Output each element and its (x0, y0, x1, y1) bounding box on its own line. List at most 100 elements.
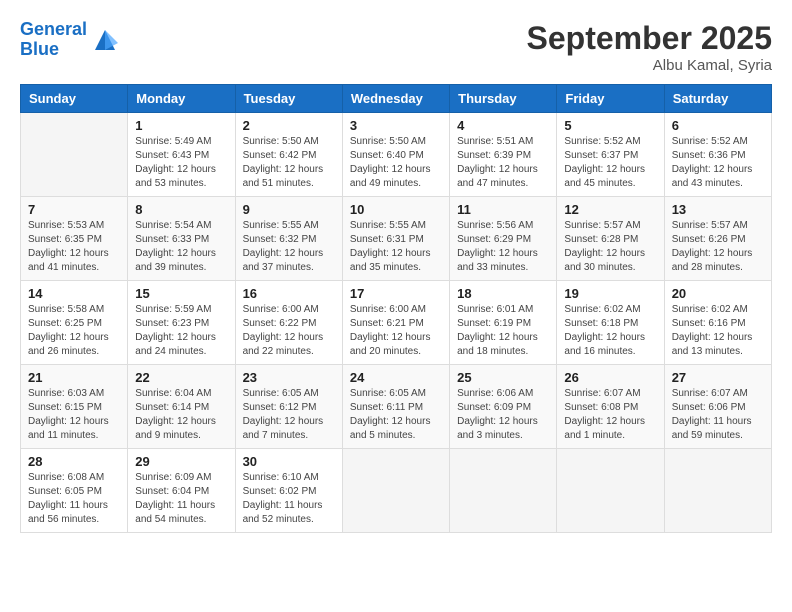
day-number: 15 (135, 286, 227, 301)
calendar-cell: 29 Sunrise: 6:09 AM Sunset: 6:04 PM Dayli… (128, 449, 235, 533)
day-info: Sunrise: 5:50 AM Sunset: 6:42 PM Dayligh… (243, 135, 335, 191)
day-number: 16 (243, 286, 335, 301)
day-info: Sunrise: 6:07 AM Sunset: 6:06 PM Dayligh… (672, 387, 764, 443)
page-header: General Blue September 2025 Albu Kamal, … (20, 20, 772, 74)
day-number: 7 (28, 202, 120, 217)
calendar-cell: 12Sunrise: 5:57 AM Sunset: 6:28 PM Dayli… (557, 197, 664, 281)
day-info: Sunrise: 5:54 AM Sunset: 6:33 PM Dayligh… (135, 219, 227, 275)
calendar-cell: 21Sunrise: 6:03 AM Sunset: 6:15 PM Dayli… (21, 365, 128, 449)
calendar-week-row: 7 Sunrise: 5:53 AM Sunset: 6:35 PM Daylig… (21, 197, 772, 281)
calendar-cell: 15 Sunrise: 5:59 AM Sunset: 6:23 PM Dayli… (128, 281, 235, 365)
day-number: 11 (457, 202, 549, 217)
day-number: 25 (457, 370, 549, 385)
logo-blue: Blue (20, 39, 59, 59)
calendar-cell: 11 Sunrise: 5:56 AM Sunset: 6:29 PM Dayli… (450, 197, 557, 281)
day-info: Sunrise: 5:53 AM Sunset: 6:35 PM Dayligh… (28, 219, 120, 275)
day-info: Sunrise: 6:01 AM Sunset: 6:19 PM Dayligh… (457, 303, 549, 359)
day-info: Sunrise: 5:57 AM Sunset: 6:26 PM Dayligh… (672, 219, 764, 275)
day-info: Sunrise: 6:07 AM Sunset: 6:08 PM Dayligh… (564, 387, 656, 443)
day-number: 4 (457, 118, 549, 133)
calendar-cell: 4 Sunrise: 5:51 AM Sunset: 6:39 PM Daylig… (450, 113, 557, 197)
calendar-week-row: 1 Sunrise: 5:49 AM Sunset: 6:43 PM Daylig… (21, 113, 772, 197)
day-info: Sunrise: 6:09 AM Sunset: 6:04 PM Dayligh… (135, 471, 227, 527)
day-info: Sunrise: 6:04 AM Sunset: 6:14 PM Dayligh… (135, 387, 227, 443)
day-number: 2 (243, 118, 335, 133)
calendar-cell: 27 Sunrise: 6:07 AM Sunset: 6:06 PM Dayli… (664, 365, 771, 449)
calendar-cell: 30Sunrise: 6:10 AM Sunset: 6:02 PM Dayli… (235, 449, 342, 533)
day-number: 28 (28, 454, 120, 469)
calendar-cell: 6 Sunrise: 5:52 AM Sunset: 6:36 PM Daylig… (664, 113, 771, 197)
day-number: 19 (564, 286, 656, 301)
calendar-week-row: 28 Sunrise: 6:08 AM Sunset: 6:05 PM Dayli… (21, 449, 772, 533)
month-title: September 2025 (527, 20, 772, 57)
day-info: Sunrise: 5:52 AM Sunset: 6:37 PM Dayligh… (564, 135, 656, 191)
title-block: September 2025 Albu Kamal, Syria (527, 20, 772, 74)
day-number: 13 (672, 202, 764, 217)
calendar-cell: 16 Sunrise: 6:00 AM Sunset: 6:22 PM Dayli… (235, 281, 342, 365)
calendar-cell: 18 Sunrise: 6:01 AM Sunset: 6:19 PM Dayli… (450, 281, 557, 365)
calendar-cell: 25 Sunrise: 6:06 AM Sunset: 6:09 PM Dayli… (450, 365, 557, 449)
calendar-header: SundayMondayTuesdayWednesdayThursdayFrid… (21, 85, 772, 113)
calendar-cell: 24 Sunrise: 6:05 AM Sunset: 6:11 PM Dayli… (342, 365, 449, 449)
calendar-cell (664, 449, 771, 533)
day-info: Sunrise: 5:58 AM Sunset: 6:25 PM Dayligh… (28, 303, 120, 359)
day-number: 24 (350, 370, 442, 385)
logo-text: General Blue (20, 20, 87, 60)
calendar-cell: 26 Sunrise: 6:07 AM Sunset: 6:08 PM Dayli… (557, 365, 664, 449)
calendar-cell: 28 Sunrise: 6:08 AM Sunset: 6:05 PM Dayli… (21, 449, 128, 533)
calendar-cell (450, 449, 557, 533)
day-number: 26 (564, 370, 656, 385)
calendar-cell: 20 Sunrise: 6:02 AM Sunset: 6:16 PM Dayli… (664, 281, 771, 365)
day-info: Sunrise: 5:51 AM Sunset: 6:39 PM Dayligh… (457, 135, 549, 191)
day-info: Sunrise: 5:59 AM Sunset: 6:23 PM Dayligh… (135, 303, 227, 359)
calendar-cell: 19 Sunrise: 6:02 AM Sunset: 6:18 PM Dayli… (557, 281, 664, 365)
day-info: Sunrise: 6:02 AM Sunset: 6:18 PM Dayligh… (564, 303, 656, 359)
calendar-cell: 14 Sunrise: 5:58 AM Sunset: 6:25 PM Dayli… (21, 281, 128, 365)
weekday-header: Monday (128, 85, 235, 113)
day-number: 14 (28, 286, 120, 301)
day-number: 29 (135, 454, 227, 469)
day-info: Sunrise: 6:00 AM Sunset: 6:22 PM Dayligh… (243, 303, 335, 359)
day-number: 20 (672, 286, 764, 301)
day-info: Sunrise: 5:56 AM Sunset: 6:29 PM Dayligh… (457, 219, 549, 275)
calendar-cell: 17 Sunrise: 6:00 AM Sunset: 6:21 PM Dayli… (342, 281, 449, 365)
day-number: 10 (350, 202, 442, 217)
day-info: Sunrise: 6:00 AM Sunset: 6:21 PM Dayligh… (350, 303, 442, 359)
logo: General Blue (20, 20, 120, 60)
day-number: 5 (564, 118, 656, 133)
day-info: Sunrise: 5:52 AM Sunset: 6:36 PM Dayligh… (672, 135, 764, 191)
day-info: Sunrise: 6:03 AM Sunset: 6:15 PM Dayligh… (28, 387, 120, 443)
location: Albu Kamal, Syria (527, 57, 772, 74)
day-info: Sunrise: 5:50 AM Sunset: 6:40 PM Dayligh… (350, 135, 442, 191)
day-info: Sunrise: 6:05 AM Sunset: 6:11 PM Dayligh… (350, 387, 442, 443)
day-info: Sunrise: 5:49 AM Sunset: 6:43 PM Dayligh… (135, 135, 227, 191)
day-number: 18 (457, 286, 549, 301)
day-number: 30 (243, 454, 335, 469)
weekday-header: Tuesday (235, 85, 342, 113)
weekday-header: Wednesday (342, 85, 449, 113)
calendar-week-row: 14 Sunrise: 5:58 AM Sunset: 6:25 PM Dayli… (21, 281, 772, 365)
calendar-cell: 2 Sunrise: 5:50 AM Sunset: 6:42 PM Daylig… (235, 113, 342, 197)
calendar-cell: 3 Sunrise: 5:50 AM Sunset: 6:40 PM Daylig… (342, 113, 449, 197)
calendar-cell: 1 Sunrise: 5:49 AM Sunset: 6:43 PM Daylig… (128, 113, 235, 197)
day-number: 17 (350, 286, 442, 301)
calendar-table: SundayMondayTuesdayWednesdayThursdayFrid… (20, 84, 772, 533)
day-number: 1 (135, 118, 227, 133)
day-number: 6 (672, 118, 764, 133)
day-number: 23 (243, 370, 335, 385)
day-number: 22 (135, 370, 227, 385)
day-info: Sunrise: 6:02 AM Sunset: 6:16 PM Dayligh… (672, 303, 764, 359)
calendar-cell: 5 Sunrise: 5:52 AM Sunset: 6:37 PM Daylig… (557, 113, 664, 197)
day-number: 27 (672, 370, 764, 385)
calendar-cell (557, 449, 664, 533)
day-number: 8 (135, 202, 227, 217)
weekday-header: Friday (557, 85, 664, 113)
day-number: 3 (350, 118, 442, 133)
weekday-header: Saturday (664, 85, 771, 113)
weekday-row: SundayMondayTuesdayWednesdayThursdayFrid… (21, 85, 772, 113)
calendar-week-row: 21Sunrise: 6:03 AM Sunset: 6:15 PM Dayli… (21, 365, 772, 449)
day-number: 12 (564, 202, 656, 217)
day-info: Sunrise: 6:06 AM Sunset: 6:09 PM Dayligh… (457, 387, 549, 443)
day-info: Sunrise: 6:08 AM Sunset: 6:05 PM Dayligh… (28, 471, 120, 527)
calendar-cell: 7 Sunrise: 5:53 AM Sunset: 6:35 PM Daylig… (21, 197, 128, 281)
